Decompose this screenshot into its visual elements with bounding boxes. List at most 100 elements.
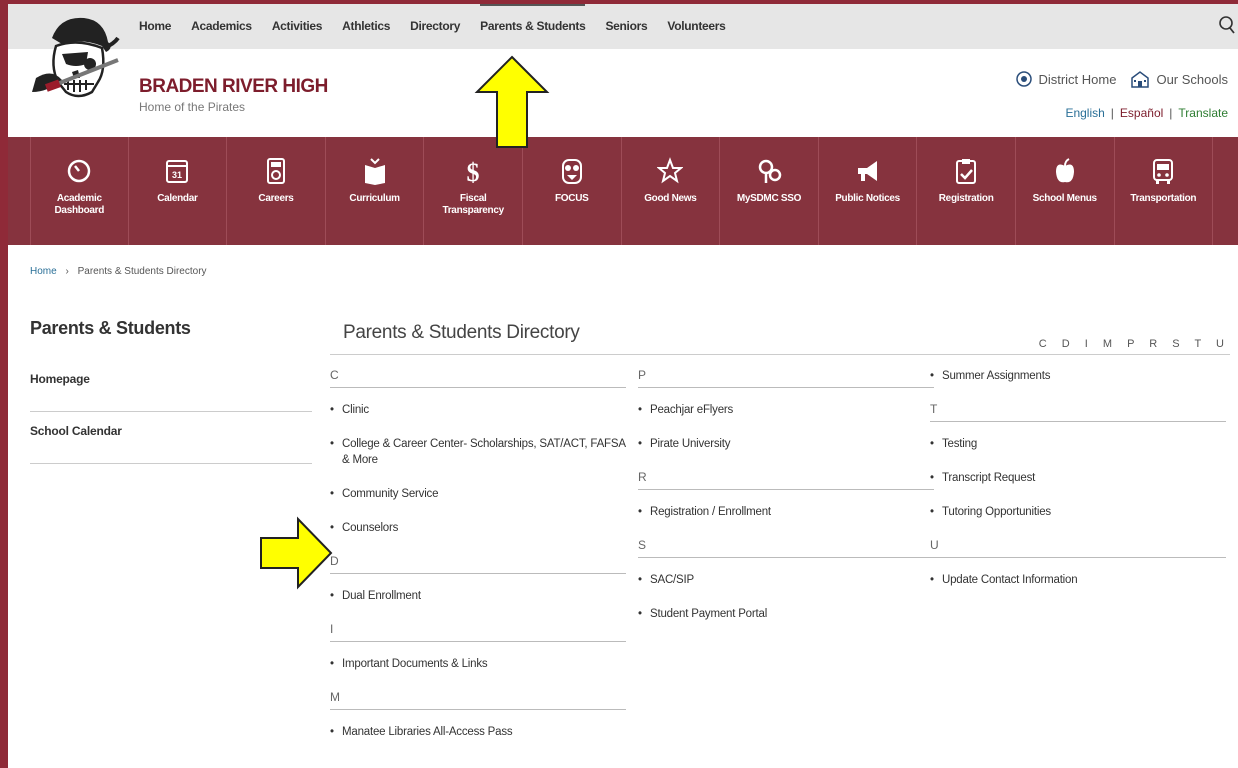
- sidebar-item-homepage[interactable]: Homepage: [30, 360, 312, 412]
- utility-links: District Home Our Schools: [1002, 70, 1228, 88]
- breadcrumb-current: Parents & Students Directory: [77, 266, 207, 277]
- school-building-icon: [1131, 71, 1150, 88]
- top-navigation: Home Academics Activities Athletics Director…: [8, 4, 1238, 49]
- megaphone-icon: [857, 161, 877, 181]
- english-link[interactable]: English: [1065, 106, 1104, 120]
- quick-link-transportation[interactable]: Transportation: [1115, 137, 1214, 245]
- svg-text:$: $: [467, 158, 480, 185]
- directory-letter-heading: P: [638, 368, 934, 388]
- breadcrumb: Home › Parents & Students Directory: [30, 266, 207, 277]
- browser-page: Home Academics Activities Athletics Director…: [8, 4, 1238, 768]
- directory-letter-heading: D: [330, 554, 626, 574]
- calendar-icon: 31: [166, 160, 189, 183]
- quick-link-curriculum[interactable]: Curriculum: [326, 137, 425, 245]
- our-schools-link[interactable]: Our Schools: [1130, 70, 1228, 88]
- directory-title: Parents & Students Directory: [343, 322, 580, 343]
- directory-link[interactable]: Update Contact Information: [930, 572, 1226, 588]
- quick-link-calendar[interactable]: 31 Calendar: [129, 137, 228, 245]
- district-seal-icon: [1016, 71, 1033, 87]
- directory-column-2: P Peachjar eFlyers Pirate University R Regis…: [638, 368, 934, 640]
- translate-link[interactable]: Translate: [1178, 106, 1228, 120]
- nav-item-directory[interactable]: Directory: [410, 4, 460, 49]
- quick-link-focus[interactable]: FOCUS: [523, 137, 622, 245]
- language-separator: |: [1110, 106, 1114, 120]
- breadcrumb-home[interactable]: Home: [30, 266, 57, 277]
- directory-link[interactable]: Counselors: [330, 520, 626, 536]
- directory-letter-heading: C: [330, 368, 626, 388]
- directory-link[interactable]: Tutoring Opportunities: [930, 504, 1226, 520]
- directory-link[interactable]: Summer Assignments: [930, 368, 1226, 384]
- quick-link-label: Fiscal Transparency: [442, 193, 504, 216]
- jobs-icon: [266, 158, 285, 184]
- directory-link[interactable]: Clinic: [330, 402, 626, 418]
- breadcrumb-separator: ›: [65, 266, 69, 277]
- apple-icon: [1055, 158, 1074, 183]
- directory-link[interactable]: Registration / Enrollment: [638, 504, 934, 520]
- nav-item-home[interactable]: Home: [139, 4, 171, 49]
- directory-link[interactable]: Student Payment Portal: [638, 606, 934, 622]
- bus-icon: [1153, 159, 1174, 184]
- quick-link-registration[interactable]: Registration: [917, 137, 1016, 245]
- our-schools-label: Our Schools: [1156, 71, 1228, 87]
- right-arrow-annotation: [260, 516, 333, 590]
- directory-link[interactable]: Transcript Request: [930, 470, 1226, 486]
- svg-text:31: 31: [172, 170, 182, 180]
- nav-item-seniors[interactable]: Seniors: [605, 4, 647, 49]
- quick-link-label: Public Notices: [835, 193, 900, 204]
- language-separator: |: [1169, 106, 1173, 120]
- quick-link-label: Academic Dashboard: [54, 193, 105, 216]
- directory-link[interactable]: Peachjar eFlyers: [638, 402, 934, 418]
- directory-letter-heading: U: [930, 538, 1226, 558]
- directory-link[interactable]: Dual Enrollment: [330, 588, 626, 604]
- sidebar-item-school-calendar[interactable]: School Calendar: [30, 412, 312, 464]
- district-home-label: District Home: [1038, 71, 1117, 87]
- quick-link-good-news[interactable]: Good News: [622, 137, 721, 245]
- star-icon: [657, 157, 684, 184]
- sso-icon: [758, 159, 782, 183]
- directory-letter-heading: M: [330, 690, 626, 710]
- quick-link-mysdmc-sso[interactable]: MySDMC SSO: [720, 137, 819, 245]
- quick-link-label: Careers: [258, 193, 294, 204]
- directory-letter-heading: S: [638, 538, 934, 558]
- top-nav-list: Home Academics Activities Athletics Director…: [139, 4, 746, 49]
- language-links: English | Español | Translate: [1059, 106, 1228, 120]
- quick-link-label: MySDMC SSO: [736, 193, 802, 204]
- school-tagline: Home of the Pirates: [139, 100, 246, 114]
- search-icon[interactable]: [1218, 15, 1236, 35]
- directory-link[interactable]: Important Documents & Links: [330, 656, 626, 672]
- quick-link-academic-dashboard[interactable]: Academic Dashboard: [30, 137, 129, 245]
- sidebar-list: Homepage School Calendar: [30, 360, 312, 464]
- nav-item-parents-students[interactable]: Parents & Students: [480, 4, 586, 49]
- directory-link[interactable]: Manatee Libraries All-Access Pass: [330, 724, 626, 740]
- directory-divider: [330, 354, 1230, 355]
- quick-link-school-menus[interactable]: School Menus: [1016, 137, 1115, 245]
- directory-link[interactable]: Testing: [930, 436, 1226, 452]
- directory-letter-heading: I: [330, 622, 626, 642]
- directory-column-3: Summer Assignments T Testing Transcript Req…: [930, 368, 1226, 606]
- quick-link-label: Curriculum: [349, 193, 400, 204]
- directory-link[interactable]: College & Career Center- Scholarships, S…: [330, 436, 626, 468]
- directory-link[interactable]: Pirate University: [638, 436, 934, 452]
- quick-links-bar: Academic Dashboard 31 Calendar Careers Curri…: [8, 137, 1238, 245]
- dollar-icon: $: [467, 158, 480, 185]
- district-home-link[interactable]: District Home: [1016, 71, 1116, 87]
- nav-item-athletics[interactable]: Athletics: [342, 4, 390, 49]
- alphabet-filter[interactable]: C D I M P R S T U: [1039, 338, 1230, 350]
- quick-link-label: Good News: [644, 193, 697, 204]
- book-icon: [364, 158, 385, 185]
- quick-link-public-notices[interactable]: Public Notices: [819, 137, 918, 245]
- espanol-link[interactable]: Español: [1120, 106, 1163, 120]
- quick-link-label: School Menus: [1032, 193, 1097, 204]
- directory-link[interactable]: Community Service: [330, 486, 626, 502]
- pirate-logo-icon[interactable]: [22, 8, 132, 116]
- directory-link[interactable]: SAC/SIP: [638, 572, 934, 588]
- quick-link-careers[interactable]: Careers: [227, 137, 326, 245]
- up-arrow-annotation: [474, 55, 550, 148]
- nav-item-academics[interactable]: Academics: [191, 4, 252, 49]
- school-name[interactable]: BRADEN RIVER HIGH: [139, 76, 328, 98]
- quick-link-label: Registration: [938, 193, 994, 204]
- nav-item-volunteers[interactable]: Volunteers: [667, 4, 725, 49]
- directory-letter-heading: R: [638, 470, 934, 490]
- nav-item-activities[interactable]: Activities: [272, 4, 323, 49]
- quick-link-fiscal-transparency[interactable]: $ Fiscal Transparency: [424, 137, 523, 245]
